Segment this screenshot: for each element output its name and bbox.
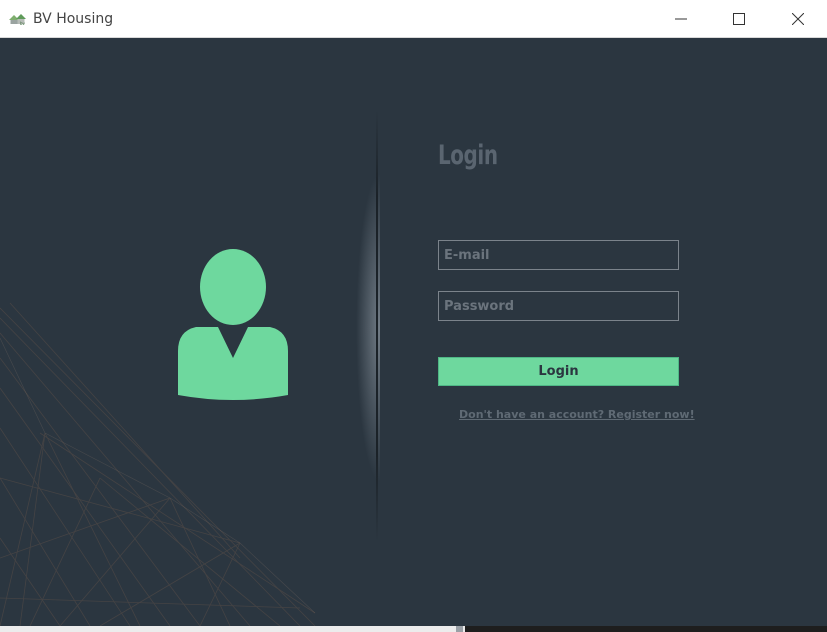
- house-logo-icon: bv: [8, 11, 28, 26]
- maximize-button[interactable]: [716, 0, 762, 37]
- title-bar: bv BV Housing: [0, 0, 827, 38]
- bottom-edge: [0, 626, 827, 632]
- login-button[interactable]: Login: [438, 357, 679, 386]
- svg-text:bv: bv: [20, 21, 26, 26]
- background-mesh-decoration: [0, 302, 316, 626]
- edge-marker: [456, 626, 463, 632]
- register-link[interactable]: Don't have an account? Register now!: [459, 408, 695, 421]
- minimize-icon: [675, 18, 687, 20]
- login-heading: Login: [438, 140, 498, 171]
- close-button[interactable]: [775, 0, 821, 37]
- email-field[interactable]: [438, 240, 679, 270]
- edge-dark-segment: [465, 626, 827, 632]
- maximize-icon: [733, 13, 745, 25]
- minimize-button[interactable]: [658, 0, 704, 37]
- login-panel: Login Login Don't have an account? Regis…: [0, 38, 827, 626]
- divider-glow: [346, 108, 380, 548]
- app-window: bv BV Housing Login E-mail Login Don't h…: [0, 0, 827, 632]
- password-field[interactable]: [438, 291, 679, 321]
- close-icon: [792, 13, 804, 25]
- user-avatar-icon: [178, 249, 288, 400]
- vertical-divider: [376, 110, 378, 542]
- window-title: BV Housing: [33, 11, 114, 27]
